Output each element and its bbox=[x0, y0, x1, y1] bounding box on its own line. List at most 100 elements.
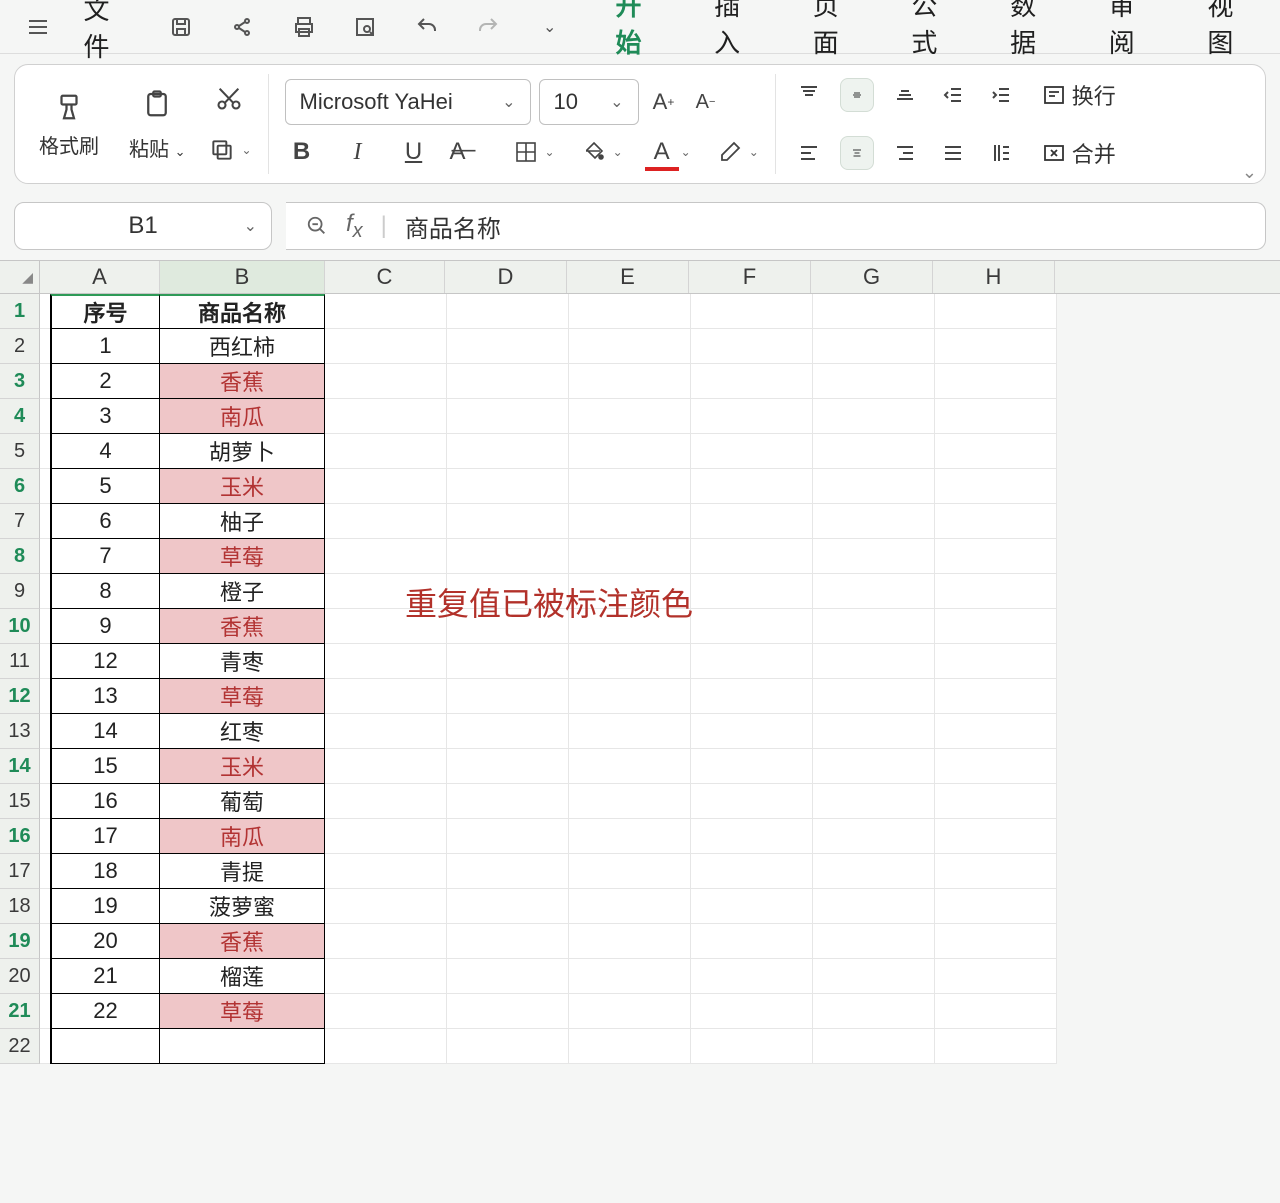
cell-B[interactable]: 红枣 bbox=[160, 714, 325, 749]
empty-cell[interactable] bbox=[569, 504, 691, 539]
empty-cell[interactable] bbox=[813, 329, 935, 364]
empty-cell[interactable] bbox=[935, 574, 1057, 609]
cell-A[interactable]: 13 bbox=[50, 679, 160, 714]
decrease-indent-icon[interactable] bbox=[936, 78, 970, 112]
empty-cell[interactable] bbox=[935, 469, 1057, 504]
empty-cell[interactable] bbox=[691, 679, 813, 714]
cell-B[interactable]: 草莓 bbox=[160, 994, 325, 1029]
empty-cell[interactable] bbox=[935, 329, 1057, 364]
col-header-F[interactable]: F bbox=[689, 261, 811, 293]
row-header[interactable]: 9 bbox=[0, 574, 40, 609]
row-header[interactable]: 8 bbox=[0, 539, 40, 574]
empty-cell[interactable] bbox=[813, 749, 935, 784]
empty-cell[interactable] bbox=[447, 959, 569, 994]
cell-area[interactable]: 序号商品名称1西红柿2香蕉3南瓜4胡萝卜5玉米6柚子7草莓8橙子9香蕉12青枣1… bbox=[40, 294, 1057, 1064]
col-header-D[interactable]: D bbox=[445, 261, 567, 293]
empty-cell[interactable] bbox=[447, 679, 569, 714]
cell-A[interactable]: 15 bbox=[50, 749, 160, 784]
redo-icon[interactable] bbox=[472, 11, 504, 43]
empty-cell[interactable] bbox=[447, 924, 569, 959]
cell-A[interactable]: 20 bbox=[50, 924, 160, 959]
empty-cell[interactable] bbox=[325, 959, 447, 994]
print-icon[interactable] bbox=[288, 11, 320, 43]
row-header[interactable]: 7 bbox=[0, 504, 40, 539]
empty-cell[interactable] bbox=[691, 434, 813, 469]
row-header[interactable]: 21 bbox=[0, 994, 40, 1029]
cell-B[interactable]: 柚子 bbox=[160, 504, 325, 539]
row-header[interactable]: 2 bbox=[0, 329, 40, 364]
empty-cell[interactable] bbox=[691, 504, 813, 539]
empty-cell[interactable] bbox=[813, 819, 935, 854]
empty-cell[interactable] bbox=[813, 399, 935, 434]
cell-A[interactable]: 21 bbox=[50, 959, 160, 994]
empty-cell[interactable] bbox=[569, 679, 691, 714]
align-middle-icon[interactable] bbox=[840, 78, 874, 112]
empty-cell[interactable] bbox=[569, 819, 691, 854]
empty-cell[interactable] bbox=[325, 644, 447, 679]
empty-cell[interactable] bbox=[935, 539, 1057, 574]
row-header[interactable]: 15 bbox=[0, 784, 40, 819]
empty-cell[interactable] bbox=[447, 714, 569, 749]
empty-cell[interactable] bbox=[569, 399, 691, 434]
empty-cell[interactable] bbox=[447, 294, 569, 329]
row-header[interactable]: 11 bbox=[0, 644, 40, 679]
row-header[interactable]: 12 bbox=[0, 679, 40, 714]
cell-B[interactable]: 菠萝蜜 bbox=[160, 889, 325, 924]
empty-cell[interactable] bbox=[813, 364, 935, 399]
tab-review[interactable]: 审阅 bbox=[1109, 0, 1160, 72]
row-header[interactable]: 16 bbox=[0, 819, 40, 854]
empty-cell[interactable] bbox=[813, 574, 935, 609]
empty-cell[interactable] bbox=[691, 364, 813, 399]
row-header[interactable]: 1 bbox=[0, 294, 40, 329]
empty-cell[interactable] bbox=[691, 784, 813, 819]
empty-cell[interactable] bbox=[569, 749, 691, 784]
align-bottom-icon[interactable] bbox=[888, 78, 922, 112]
row-header[interactable]: 14 bbox=[0, 749, 40, 784]
empty-cell[interactable] bbox=[325, 714, 447, 749]
empty-cell[interactable] bbox=[813, 609, 935, 644]
col-header-A[interactable]: A bbox=[40, 261, 160, 293]
empty-cell[interactable] bbox=[569, 889, 691, 924]
empty-cell[interactable] bbox=[569, 994, 691, 1029]
empty-cell[interactable] bbox=[325, 784, 447, 819]
col-header-B[interactable]: B bbox=[160, 261, 325, 293]
empty-cell[interactable] bbox=[325, 294, 447, 329]
empty-cell[interactable] bbox=[447, 784, 569, 819]
empty-cell[interactable] bbox=[813, 1029, 935, 1064]
empty-cell[interactable] bbox=[569, 959, 691, 994]
cell-A[interactable]: 12 bbox=[50, 644, 160, 679]
font-color-button[interactable]: A⌄ bbox=[645, 135, 691, 169]
empty-cell[interactable] bbox=[325, 399, 447, 434]
cell-A[interactable]: 16 bbox=[50, 784, 160, 819]
cell-A[interactable]: 1 bbox=[50, 329, 160, 364]
empty-cell[interactable] bbox=[691, 539, 813, 574]
empty-cell[interactable] bbox=[691, 469, 813, 504]
empty-cell[interactable] bbox=[935, 504, 1057, 539]
cell-B[interactable]: 商品名称 bbox=[160, 294, 325, 329]
cell-B[interactable]: 玉米 bbox=[160, 469, 325, 504]
empty-cell[interactable] bbox=[569, 469, 691, 504]
cell-B[interactable]: 玉米 bbox=[160, 749, 325, 784]
empty-cell[interactable] bbox=[325, 364, 447, 399]
fx-label[interactable]: fx bbox=[346, 210, 363, 243]
empty-cell[interactable] bbox=[813, 994, 935, 1029]
cell-B[interactable]: 南瓜 bbox=[160, 399, 325, 434]
empty-cell[interactable] bbox=[569, 434, 691, 469]
empty-cell[interactable] bbox=[813, 679, 935, 714]
row-header[interactable]: 6 bbox=[0, 469, 40, 504]
empty-cell[interactable] bbox=[325, 434, 447, 469]
tab-home[interactable]: 开始 bbox=[616, 0, 667, 72]
decrease-font-icon[interactable]: A− bbox=[689, 85, 723, 119]
empty-cell[interactable] bbox=[935, 819, 1057, 854]
cell-A[interactable]: 3 bbox=[50, 399, 160, 434]
empty-cell[interactable] bbox=[325, 679, 447, 714]
empty-cell[interactable] bbox=[569, 539, 691, 574]
cell-A[interactable]: 7 bbox=[50, 539, 160, 574]
cell-A[interactable]: 18 bbox=[50, 854, 160, 889]
eraser-button[interactable]: ⌄ bbox=[713, 135, 759, 169]
empty-cell[interactable] bbox=[447, 749, 569, 784]
empty-cell[interactable] bbox=[691, 574, 813, 609]
empty-cell[interactable] bbox=[569, 924, 691, 959]
tab-formula[interactable]: 公式 bbox=[911, 0, 962, 72]
empty-cell[interactable] bbox=[935, 714, 1057, 749]
